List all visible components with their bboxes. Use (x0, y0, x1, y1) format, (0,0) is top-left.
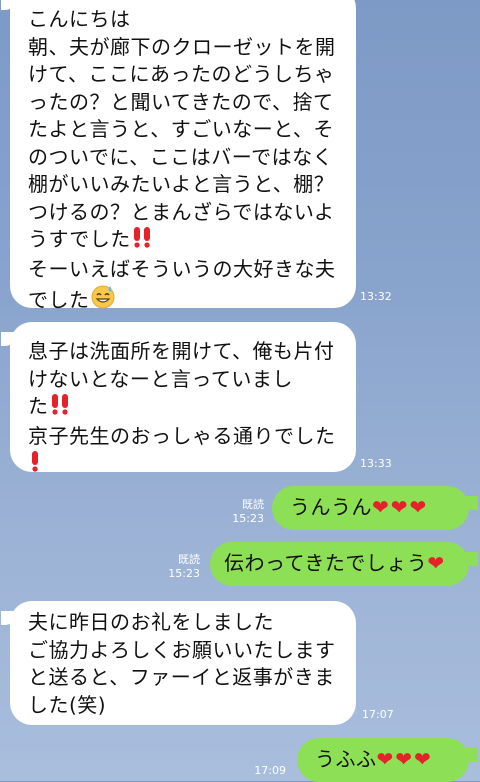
message-line: けないとなーと言っていまし (28, 366, 293, 391)
red-heart-emoji: ❤ (427, 551, 447, 575)
sweat-smile-emoji (90, 283, 116, 317)
incoming-message-bubble[interactable]: こんにちは 朝、夫が廊下のクローゼットを開 けて、ここにあったのどうしちゃ った… (1, 0, 356, 312)
outgoing-message-bubble[interactable]: うふふ❤❤❤ (297, 738, 478, 782)
message-line: 息子は洗面所を開けて、俺も片付 (28, 339, 335, 363)
message-text: うふふ (315, 747, 377, 771)
message-text: 伝わってきたでしょう (224, 551, 428, 575)
message-timestamp: 13:33 (360, 457, 392, 470)
message-timestamp: 13:32 (360, 290, 392, 303)
message-line: ったの？と聞いてきたので、捨て (28, 89, 334, 114)
message-line: けて、ここにあったのどうしちゃ (28, 62, 335, 86)
red-heart-emoji: ❤❤❤ (376, 747, 433, 771)
message-line: たよと言うと、すごいなーと、そ (28, 117, 334, 141)
message-text: うんうん (290, 495, 372, 519)
outgoing-message-bubble[interactable]: うんうん❤❤❤ (272, 486, 478, 530)
message-line: 朝、夫が廊下のクローゼットを開 (28, 34, 336, 59)
message-line: つけるの？とまんざらではないよ (28, 199, 335, 224)
message-line: 棚がいいみたいよと言うと、棚？ (28, 172, 335, 196)
message-timestamp: 17:09 (254, 764, 286, 777)
message-line: うすでした (28, 227, 131, 251)
red-heart-emoji: ❤❤❤ (372, 495, 429, 519)
message-line: のついでに、ここはバーではなく (28, 144, 334, 169)
message-line: ご協力よろしくお願いいたします (28, 637, 336, 662)
message-line: た (28, 394, 49, 418)
incoming-message-bubble[interactable]: 息子は洗面所を開けて、俺も片付 けないとなーと言っていまし た 京子先生のおっし… (1, 322, 356, 472)
chat-thread: こんにちは 朝、夫が廊下のクローゼットを開 けて、ここにあったのどうしちゃ った… (0, 0, 480, 782)
message-line: こんにちは (28, 7, 131, 31)
read-receipt: 既読 15:23 (232, 498, 264, 525)
message-line: した(笑) (28, 692, 107, 717)
message-timestamp: 17:07 (362, 708, 394, 721)
read-receipt: 既読 15:23 (168, 553, 200, 580)
message-line: 京子先生のおっしゃる通りでした (28, 423, 336, 448)
message-line: と送ると、ファーイと返事がきま (28, 665, 335, 689)
message-line: でした (28, 288, 90, 312)
double-exclamation-icon (131, 226, 153, 256)
message-line: そーいえばそういうの大好きな夫 (28, 256, 336, 281)
double-exclamation-icon (49, 393, 71, 423)
incoming-message-bubble[interactable]: 夫に昨日のお礼をしました ご協力よろしくお願いいたします と送ると、ファーイと返… (1, 601, 356, 725)
exclamation-icon (28, 450, 42, 480)
message-line: 夫に昨日のお礼をしました (28, 610, 274, 634)
outgoing-message-bubble[interactable]: 伝わってきたでしょう❤ (210, 542, 478, 586)
